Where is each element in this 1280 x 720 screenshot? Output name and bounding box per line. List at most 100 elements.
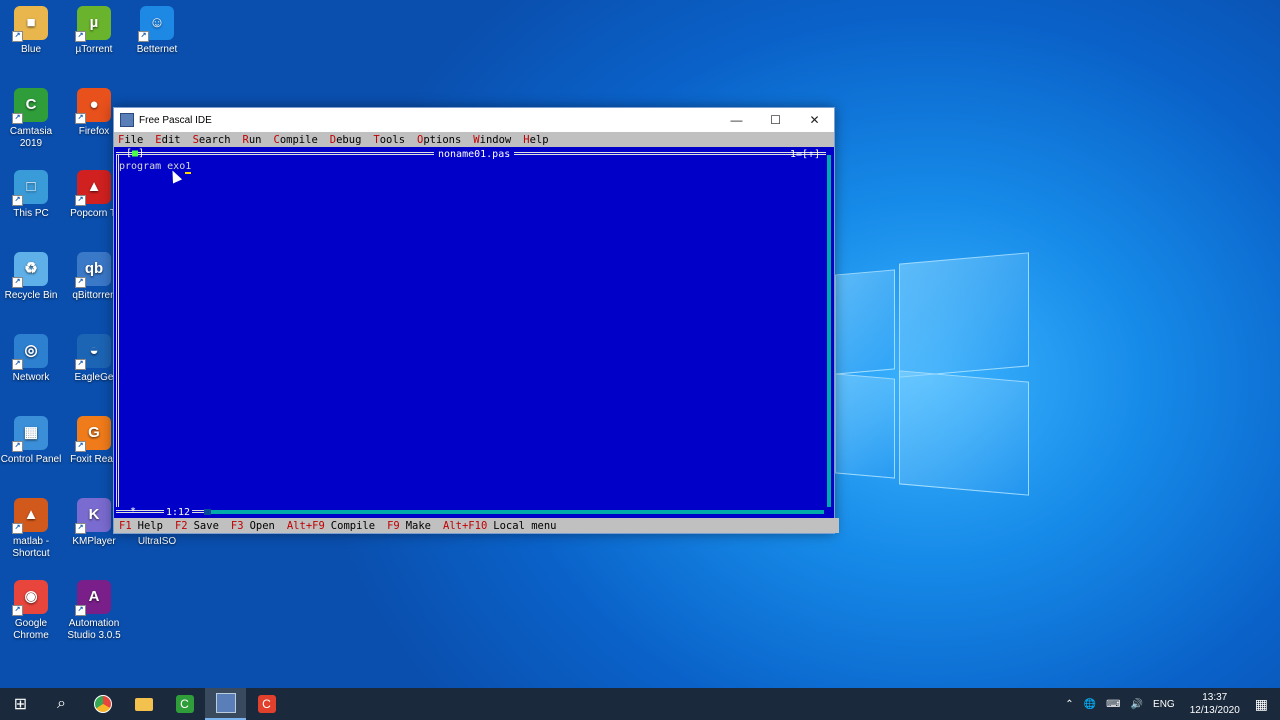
desktop-icon-betternet[interactable]: ☺ ↗ Betternet	[126, 6, 188, 56]
camtasia-taskbar-icon[interactable]: C	[164, 688, 205, 720]
menu-file[interactable]: File	[118, 134, 143, 146]
status-help[interactable]: F1 Help	[119, 520, 163, 532]
editor-window[interactable]: [■] noname01.pas 1=[↑] program exo1 * 1:…	[114, 147, 834, 518]
menu-run[interactable]: Run	[243, 134, 262, 146]
chrome-taskbar-icon[interactable]	[82, 688, 123, 720]
menu-help[interactable]: Help	[523, 134, 548, 146]
shortcut-arrow-icon: ↗	[75, 113, 86, 124]
app-icon: ▦ ↗	[12, 416, 48, 452]
desktop-icon-automation-studio-3-0-5[interactable]: A ↗ Automation Studio 3.0.5	[63, 580, 125, 642]
menu-compile[interactable]: Compile	[274, 134, 318, 146]
clock[interactable]: 13:37 12/13/2020	[1190, 691, 1240, 717]
desktop-icon-recycle-bin[interactable]: ♻ ↗ Recycle Bin	[0, 252, 62, 302]
shortcut-arrow-icon: ↗	[138, 31, 149, 42]
desktop-icon-network[interactable]: ◎ ↗ Network	[0, 334, 62, 384]
menu-debug[interactable]: Debug	[330, 134, 362, 146]
shortcut-arrow-icon: ↗	[12, 31, 23, 42]
app-icon: □ ↗	[12, 170, 48, 206]
app-icon: ◎ ↗	[12, 334, 48, 370]
system-tray: ⌃ 🌐 ⌨ 🔊 ENG 13:37 12/13/2020 ▦	[1060, 688, 1280, 720]
shortcut-arrow-icon: ↗	[12, 195, 23, 206]
desktop-icon-label: Google Chrome	[13, 618, 49, 641]
search-button[interactable]: ⌕	[41, 688, 82, 720]
language-indicator[interactable]: ENG	[1153, 699, 1175, 710]
network-globe-icon[interactable]: 🌐	[1084, 699, 1096, 710]
desktop-icon-label: Recycle Bin	[4, 290, 58, 301]
code-area[interactable]: program exo1	[119, 161, 191, 174]
clock-date: 12/13/2020	[1189, 705, 1240, 716]
menu-label: ompile	[279, 133, 318, 146]
file-explorer-taskbar-icon[interactable]	[123, 688, 164, 720]
window-title: Free Pascal IDE	[139, 114, 212, 126]
shortcut-arrow-icon: ↗	[12, 113, 23, 124]
scrollbar-thumb[interactable]	[204, 509, 211, 515]
ime-icon[interactable]: ⌨	[1106, 699, 1120, 710]
shortcut-arrow-icon: ↗	[75, 523, 86, 534]
shortcut-arrow-icon: ↗	[75, 195, 86, 206]
editor-close-box[interactable]: [■]	[126, 148, 144, 159]
menu-label: earch	[198, 133, 231, 146]
desktop-icon-this-pc[interactable]: □ ↗ This PC	[0, 170, 62, 220]
desktop-icon-control-panel[interactable]: ▦ ↗ Control Panel	[0, 416, 62, 466]
status-compile[interactable]: Alt+F9 Compile	[287, 520, 375, 532]
free-pascal-taskbar-icon[interactable]	[205, 688, 246, 720]
menu-label: ile	[124, 133, 144, 146]
desktop-icon-label: µTorrent	[75, 44, 113, 55]
ide-menu-bar: File Edit Search Run Compile Debug Tools Option…	[114, 132, 834, 147]
menu-options[interactable]: Options	[417, 134, 461, 146]
status-local-menu[interactable]: Alt+F10 Local menu	[443, 520, 556, 532]
menu-label: ptions	[423, 133, 462, 146]
status-make[interactable]: F9 Make	[387, 520, 431, 532]
status-save[interactable]: F2 Save	[175, 520, 219, 532]
app-icon: µ ↗	[75, 6, 111, 42]
app-icon: ● ↗	[75, 88, 111, 124]
volume-icon[interactable]: 🔊	[1131, 699, 1143, 710]
desktop-icon-label: Camtasia 2019	[9, 126, 53, 149]
desktop-icon-label: Betternet	[136, 44, 178, 55]
app-icon: qb ↗	[75, 252, 111, 288]
close-button[interactable]: ✕	[795, 108, 834, 132]
start-button[interactable]: ⊞	[0, 688, 41, 720]
window-titlebar[interactable]: Free Pascal IDE — ☐ ✕	[114, 108, 834, 132]
status-label: Save	[193, 519, 219, 532]
app-icon: ▲ ↗	[75, 170, 111, 206]
status-key: Alt+F10	[443, 519, 488, 532]
shortcut-arrow-icon: ↗	[12, 277, 23, 288]
menu-window[interactable]: Window	[473, 134, 511, 146]
menu-edit[interactable]: Edit	[155, 134, 180, 146]
app-icon: ♻ ↗	[12, 252, 48, 288]
desktop-icon--torrent[interactable]: µ ↗ µTorrent	[63, 6, 125, 56]
menu-label: dit	[161, 133, 181, 146]
desktop-icon-blue[interactable]: ■ ↗ Blue	[0, 6, 62, 56]
cursor-position: 1:12	[164, 507, 193, 518]
menu-label: indow	[479, 133, 512, 146]
status-key: F1	[119, 519, 132, 532]
desktop-icon-matlab-shortcut[interactable]: ▲ ↗ matlab - Shortcut	[0, 498, 62, 560]
desktop-icon-label: UltraISO	[137, 536, 177, 547]
windows-logo	[835, 252, 1029, 496]
editor-horizontal-scrollbar[interactable]	[204, 509, 824, 515]
recorder-taskbar-icon[interactable]: C	[246, 688, 287, 720]
editor-left-border	[116, 155, 119, 507]
desktop-icon-label: Automation Studio 3.0.5	[67, 618, 121, 641]
editor-window-number[interactable]: 1=[↑]	[790, 149, 820, 160]
maximize-button[interactable]: ☐	[756, 108, 795, 132]
notification-icon[interactable]: ▦	[1255, 696, 1268, 713]
app-icon: A ↗	[75, 580, 111, 616]
shortcut-arrow-icon: ↗	[75, 441, 86, 452]
desktop-icon-google-chrome[interactable]: ◉ ↗ Google Chrome	[0, 580, 62, 642]
status-key: F3	[230, 519, 244, 532]
app-icon: G ↗	[75, 416, 111, 452]
shortcut-arrow-icon: ↗	[75, 359, 86, 370]
status-label: Compile	[330, 519, 376, 532]
desktop-icon-camtasia-2019[interactable]: C ↗ Camtasia 2019	[0, 88, 62, 150]
modified-indicator: *	[130, 506, 137, 517]
status-open[interactable]: F3 Open	[231, 520, 275, 532]
menu-label: ebug	[336, 133, 362, 146]
chevron-up-icon[interactable]: ⌃	[1065, 699, 1073, 710]
menu-tools[interactable]: Tools	[373, 134, 405, 146]
menu-search[interactable]: Search	[193, 134, 231, 146]
editor-vertical-scrollbar[interactable]	[827, 155, 831, 507]
minimize-button[interactable]: —	[717, 108, 756, 132]
free-pascal-ide-window[interactable]: Free Pascal IDE — ☐ ✕ File Edit Search Run C…	[113, 107, 839, 534]
